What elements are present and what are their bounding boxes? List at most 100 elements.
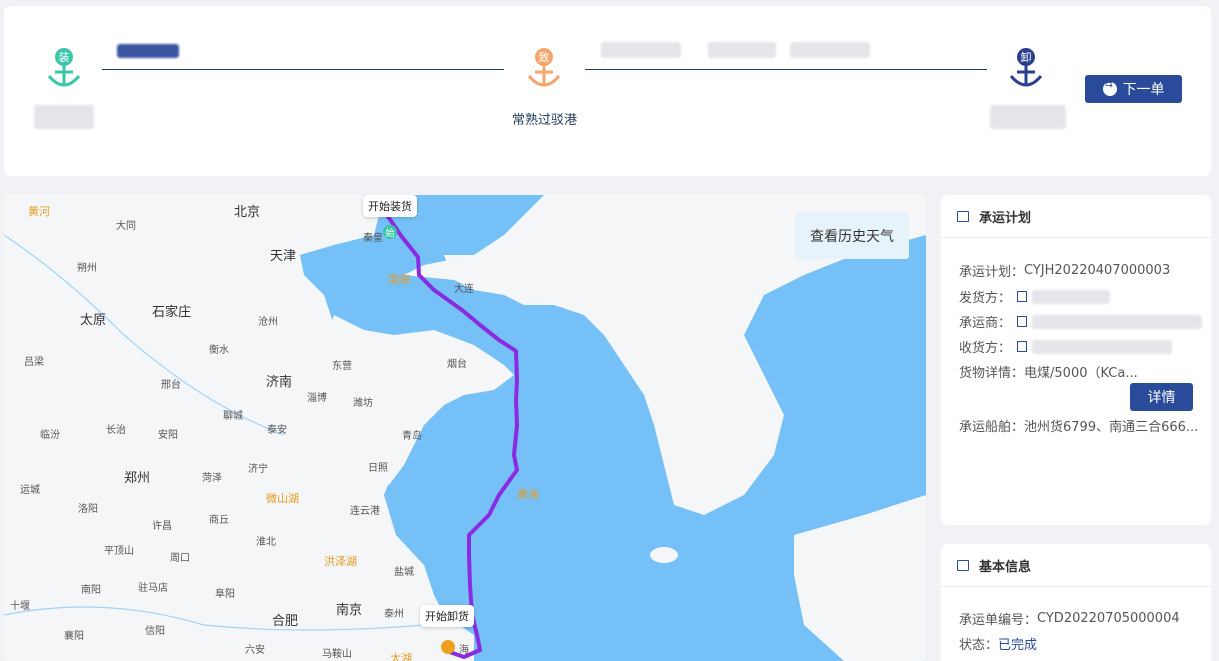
map-label-xiangyang: 襄阳 — [64, 631, 84, 642]
map-label-pingdingshan: 平顶山 — [104, 546, 134, 557]
carrier-label: 承运商： — [959, 316, 1012, 331]
route-line-2 — [585, 69, 987, 70]
map-label-luan: 六安 — [245, 645, 265, 656]
via-anchor-icon: 致 — [524, 46, 564, 92]
plan-no-value: CYJH20220407000003 — [1024, 263, 1171, 278]
map-label-lianyungang: 连云港 — [350, 506, 380, 517]
map-label-dalian: 大连 — [454, 284, 474, 295]
map-label-shuozhou: 朔州 — [77, 263, 97, 274]
basic-title: 基本信息 — [979, 559, 1032, 575]
map-label-nanyang: 南阳 — [81, 585, 101, 596]
load-char: 装 — [59, 51, 70, 64]
map-label-taian: 泰安 — [267, 425, 287, 436]
map-label-lvliang: 吕梁 — [24, 357, 44, 368]
unload-port-name — [990, 105, 1066, 129]
route-line-1 — [102, 69, 504, 70]
map-label-hengshui: 衡水 — [209, 345, 229, 356]
map-label-fuyang: 阜阳 — [215, 589, 235, 600]
basic-panel-header: 基本信息 — [941, 544, 1211, 587]
map-label-anyang: 安阳 — [158, 430, 178, 441]
next-order-button[interactable]: 下一单 — [1085, 75, 1182, 103]
map-label-zhoukou: 周口 — [170, 553, 190, 564]
goods-row: 货物详情： 电煤/5000（KCa... — [959, 362, 1138, 381]
via-chip-3 — [790, 42, 870, 58]
map-label-liaocheng: 聊城 — [223, 411, 243, 422]
shipper-label: 发货方： — [959, 291, 1012, 306]
plan-title: 承运计划 — [979, 210, 1032, 226]
carrier-value — [1032, 314, 1203, 329]
route-card: 装 致 常熟过驳港 卸 下一单 — [4, 6, 1211, 176]
map-label-zhumadian: 驻马店 — [138, 583, 168, 594]
unload-anchor-icon: 卸 — [1006, 46, 1046, 92]
map-label-linfen: 临汾 — [40, 430, 60, 441]
map-label-shangqiu: 商丘 — [209, 515, 229, 526]
goods-value: 电煤/5000（KCa... — [1024, 366, 1138, 381]
map-label-qingdao: 青岛 — [402, 431, 422, 442]
via-char: 致 — [539, 50, 550, 64]
map-label-zhengzhou: 郑州 — [124, 471, 151, 486]
company-icon — [1017, 291, 1028, 302]
map-label-zibo: 淄博 — [307, 393, 327, 404]
vessels-row: 承运船舶： 池州货6799、南通三合666... — [959, 416, 1198, 435]
map-label-nanjing: 南京 — [336, 603, 363, 618]
map-label-yancheng: 盐城 — [394, 567, 414, 578]
unload-char: 卸 — [1021, 50, 1032, 64]
vessels-label: 承运船舶： — [959, 420, 1025, 435]
map-label-taihu: 太湖 — [390, 652, 412, 661]
plan-panel: 承运计划 承运计划： CYJH20220407000003 发货方： 承运商： … — [941, 195, 1211, 525]
map-label-bohai: 渤海 — [388, 273, 410, 286]
map-label-xuchang: 许昌 — [152, 521, 172, 532]
info-icon — [957, 559, 969, 571]
map-label-weifang: 潍坊 — [353, 398, 373, 409]
shipper-row: 发货方： — [959, 287, 1111, 306]
map-label-rizhao: 日照 — [368, 463, 388, 474]
plan-no-row: 承运计划： CYJH20220407000003 — [959, 261, 1170, 280]
status-row: 状态： 已完成 — [959, 634, 1037, 653]
goods-detail-button[interactable]: 详情 — [1130, 383, 1193, 411]
map-label-xingtai: 邢台 — [161, 380, 181, 391]
map-label-tianjin: 天津 — [270, 249, 297, 264]
map-label-yantai: 烟台 — [447, 359, 467, 370]
map-label-jining: 济宁 — [248, 464, 268, 475]
shipper-value — [1032, 289, 1111, 304]
waybill-value: CYD20220705000004 — [1037, 611, 1180, 626]
map-label-huanghe: 黄河 — [28, 205, 50, 218]
map-label-xinyang: 信阳 — [145, 626, 165, 637]
company-icon — [1017, 341, 1028, 352]
plan-no-label: 承运计划： — [959, 265, 1025, 280]
next-order-label: 下一单 — [1122, 82, 1165, 98]
via-chip-1 — [601, 42, 681, 58]
map-label-shiyan: 十堰 — [10, 601, 30, 612]
map-label-huanghai: 黄海 — [517, 488, 539, 501]
start-loading-tip: 开始装货 — [363, 195, 417, 217]
receiver-value — [1032, 339, 1173, 354]
start-marker-label: 始 — [385, 227, 394, 239]
map-label-yuncheng: 运城 — [20, 485, 40, 496]
vessels-value: 池州货6799、南通三合666... — [1024, 420, 1199, 435]
status-value: 已完成 — [998, 638, 1038, 653]
map-label-taiyuan: 太原 — [80, 313, 107, 328]
map-label-heze: 菏泽 — [202, 473, 222, 484]
end-marker-icon — [441, 640, 455, 654]
plan-panel-header: 承运计划 — [941, 195, 1211, 238]
load-anchor-icon: 装 — [44, 46, 84, 92]
receiver-label: 收货方： — [959, 341, 1012, 356]
start-unloading-tip: 开始卸货 — [420, 605, 474, 627]
basic-info-panel: 基本信息 承运单编号： CYD20220705000004 状态： 已完成 — [941, 544, 1211, 661]
map-label-taizhou: 泰州 — [384, 609, 404, 620]
plan-icon — [957, 210, 969, 222]
map-label-weishanhu: 微山湖 — [266, 492, 299, 505]
map-label-datong: 大同 — [116, 221, 136, 232]
company-icon — [1017, 316, 1028, 327]
map-label-hefei: 合肥 — [272, 614, 299, 629]
map-label-beijing: 北京 — [234, 205, 261, 220]
history-weather-button[interactable]: 查看历史天气 — [795, 213, 909, 259]
status-label: 状态： — [959, 638, 999, 653]
swap-icon — [1102, 79, 1117, 96]
via-chip-2 — [708, 42, 776, 58]
load-date-chip — [117, 44, 179, 58]
load-port-name — [34, 105, 94, 129]
map-label-jinan: 济南 — [266, 375, 293, 390]
route-map[interactable]: 始 黄河 北京 大同 天津 朔州 太原 石家庄 沧州 衡水 吕梁 邢台 济南 东… — [4, 195, 926, 661]
map-label-hongzehu: 洪泽湖 — [324, 555, 357, 568]
